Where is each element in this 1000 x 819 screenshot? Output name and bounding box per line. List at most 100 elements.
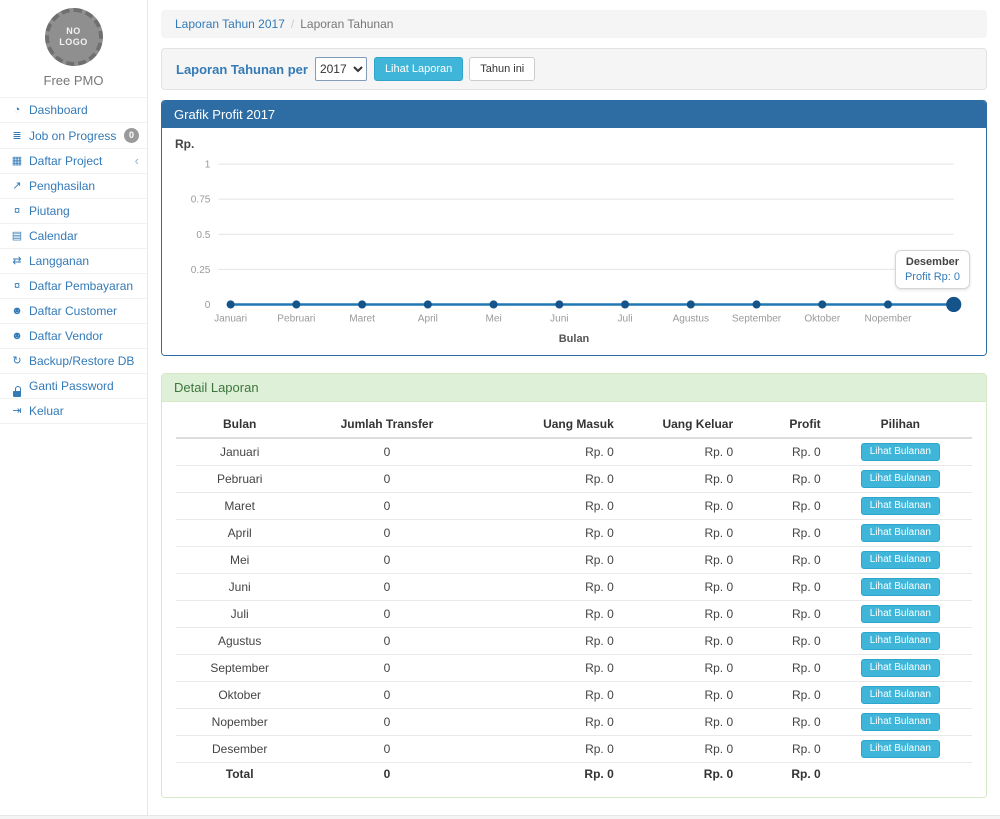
table-cell: Nopember: [176, 708, 303, 735]
tooltip-value: Profit Rp: 0: [905, 271, 960, 283]
svg-text:1: 1: [205, 160, 211, 171]
svg-text:Juli: Juli: [617, 314, 632, 325]
sidebar-item-label: Keluar: [29, 404, 64, 418]
table-cell-action: Lihat Bulanan: [829, 573, 972, 600]
table-cell: Rp. 0: [622, 519, 741, 546]
table-cell-action: Lihat Bulanan: [829, 546, 972, 573]
sidebar-item-job-on-progress[interactable]: ≣Job on Progress0: [0, 122, 147, 148]
table-cell: Rp. 0: [741, 708, 829, 735]
table-icon: ▦: [9, 155, 25, 167]
lihat-bulanan-button[interactable]: Lihat Bulanan: [861, 524, 940, 542]
sidebar-item-daftar-project[interactable]: ▦ Daftar Project ‹: [0, 148, 147, 173]
calendar-icon: ▤: [9, 230, 25, 242]
table-row: April0Rp. 0Rp. 0Rp. 0Lihat Bulanan: [176, 519, 972, 546]
table-cell: Rp. 0: [471, 735, 622, 762]
column-header-jumlah-transfer: Jumlah Transfer: [303, 411, 470, 438]
table-cell-action: Lihat Bulanan: [829, 681, 972, 708]
users-icon: ☻: [9, 330, 25, 342]
lihat-bulanan-button[interactable]: Lihat Bulanan: [861, 659, 940, 677]
users-icon: ☻: [9, 305, 25, 317]
lihat-bulanan-button[interactable]: Lihat Bulanan: [861, 470, 940, 488]
table-row: Agustus0Rp. 0Rp. 0Rp. 0Lihat Bulanan: [176, 627, 972, 654]
table-cell-action: Lihat Bulanan: [829, 465, 972, 492]
sidebar-item-langganan[interactable]: ⇄Langganan: [0, 248, 147, 273]
total-cell: Total: [176, 762, 303, 785]
table-cell-action: Lihat Bulanan: [829, 438, 972, 466]
sidebar-item-dashboard[interactable]: ◔ Dashboard: [0, 97, 147, 122]
lihat-laporan-button[interactable]: Lihat Laporan: [374, 57, 463, 81]
total-cell: 0: [303, 762, 470, 785]
svg-text:Maret: Maret: [349, 314, 375, 325]
table-cell: 0: [303, 654, 470, 681]
sidebar-item-daftar-vendor[interactable]: ☻Daftar Vendor: [0, 323, 147, 348]
table-cell: Rp. 0: [741, 519, 829, 546]
sidebar-item-label: Daftar Project: [29, 154, 102, 168]
sidebar-item-daftar-customer[interactable]: ☻ Daftar Customer: [0, 298, 147, 323]
chevron-left-icon: ‹: [135, 155, 139, 167]
footer: Powered by Free PMO, and developed with …: [0, 815, 1000, 819]
chart-panel-title: Grafik Profit 2017: [162, 101, 986, 128]
table-cell: Rp. 0: [622, 492, 741, 519]
table-row: Juli0Rp. 0Rp. 0Rp. 0Lihat Bulanan: [176, 600, 972, 627]
table-row: Desember0Rp. 0Rp. 0Rp. 0Lihat Bulanan: [176, 735, 972, 762]
lihat-bulanan-button[interactable]: Lihat Bulanan: [861, 686, 940, 704]
table-cell: Rp. 0: [471, 492, 622, 519]
lihat-bulanan-button[interactable]: Lihat Bulanan: [861, 578, 940, 596]
lihat-bulanan-button[interactable]: Lihat Bulanan: [861, 551, 940, 569]
svg-text:0.75: 0.75: [191, 195, 211, 206]
sidebar-item-keluar[interactable]: ⇥Keluar: [0, 398, 147, 424]
lihat-bulanan-button[interactable]: Lihat Bulanan: [861, 713, 940, 731]
column-header-profit: Profit: [741, 411, 829, 438]
sidebar-item-label: Dashboard: [29, 103, 88, 117]
sidebar-item-calendar[interactable]: ▤ Calendar: [0, 223, 147, 248]
table-cell: 0: [303, 708, 470, 735]
lihat-bulanan-button[interactable]: Lihat Bulanan: [861, 605, 940, 623]
svg-text:Oktober: Oktober: [804, 314, 840, 325]
dashboard-icon: ◔: [9, 104, 25, 116]
total-cell-empty: [829, 762, 972, 785]
money-icon: ¤: [9, 205, 25, 217]
main-content: Laporan Tahun 2017/Laporan Tahunan Lapor…: [148, 0, 1000, 815]
breadcrumb-link-laporan-tahun[interactable]: Laporan Tahun 2017: [175, 17, 285, 31]
sidebar-item-piutang[interactable]: ¤Piutang: [0, 198, 147, 223]
year-select[interactable]: 2017: [315, 57, 367, 81]
svg-text:April: April: [418, 314, 438, 325]
column-header-uang-keluar: Uang Keluar: [622, 411, 741, 438]
table-row: Maret0Rp. 0Rp. 0Rp. 0Lihat Bulanan: [176, 492, 972, 519]
table-cell: Rp. 0: [741, 627, 829, 654]
table-cell: Rp. 0: [471, 546, 622, 573]
table-cell: Rp. 0: [471, 681, 622, 708]
sidebar-item-label: Daftar Pembayaran: [29, 279, 133, 293]
table-total-row: Total0Rp. 0Rp. 0Rp. 0: [176, 762, 972, 785]
table-cell: 0: [303, 573, 470, 600]
tahun-ini-button[interactable]: Tahun ini: [469, 57, 535, 81]
table-cell: 0: [303, 546, 470, 573]
line-chart-canvas[interactable]: 00.250.50.751JanuariPebruariMaretAprilMe…: [172, 156, 976, 332]
lihat-bulanan-button[interactable]: Lihat Bulanan: [861, 497, 940, 515]
table-cell: Rp. 0: [741, 546, 829, 573]
sidebar-item-label: Daftar Customer: [29, 304, 117, 318]
table-cell-action: Lihat Bulanan: [829, 708, 972, 735]
table-cell-action: Lihat Bulanan: [829, 735, 972, 762]
table-cell: 0: [303, 438, 470, 466]
lihat-bulanan-button[interactable]: Lihat Bulanan: [861, 443, 940, 461]
table-row: Januari0Rp. 0Rp. 0Rp. 0Lihat Bulanan: [176, 438, 972, 466]
sidebar-item-backup-restore-db[interactable]: ↻Backup/Restore DB: [0, 348, 147, 373]
sidebar-item-ganti-password[interactable]: Ganti Password: [0, 373, 147, 398]
sidebar-item-label: Penghasilan: [29, 179, 95, 193]
table-cell: Rp. 0: [471, 519, 622, 546]
svg-text:Pebruari: Pebruari: [277, 314, 315, 325]
detail-panel-body: BulanJumlah TransferUang MasukUang Kelua…: [162, 402, 986, 797]
table-row: September0Rp. 0Rp. 0Rp. 0Lihat Bulanan: [176, 654, 972, 681]
sidebar-item-penghasilan[interactable]: ↗Penghasilan: [0, 173, 147, 198]
lihat-bulanan-button[interactable]: Lihat Bulanan: [861, 632, 940, 650]
sidebar: NO LOGO Free PMO ◔Dashboard≣Job on Progr…: [0, 0, 148, 815]
table-header-row: BulanJumlah TransferUang MasukUang Kelua…: [176, 411, 972, 438]
sidebar-item-label: Calendar: [29, 229, 78, 243]
sidebar-item-label: Job on Progress: [29, 129, 116, 143]
sidebar-item-daftar-pembayaran[interactable]: ¤Daftar Pembayaran: [0, 273, 147, 298]
y-axis-label: Rp.: [175, 137, 194, 151]
table-cell: 0: [303, 465, 470, 492]
brand-name: Free PMO: [0, 73, 147, 88]
lihat-bulanan-button[interactable]: Lihat Bulanan: [861, 740, 940, 758]
